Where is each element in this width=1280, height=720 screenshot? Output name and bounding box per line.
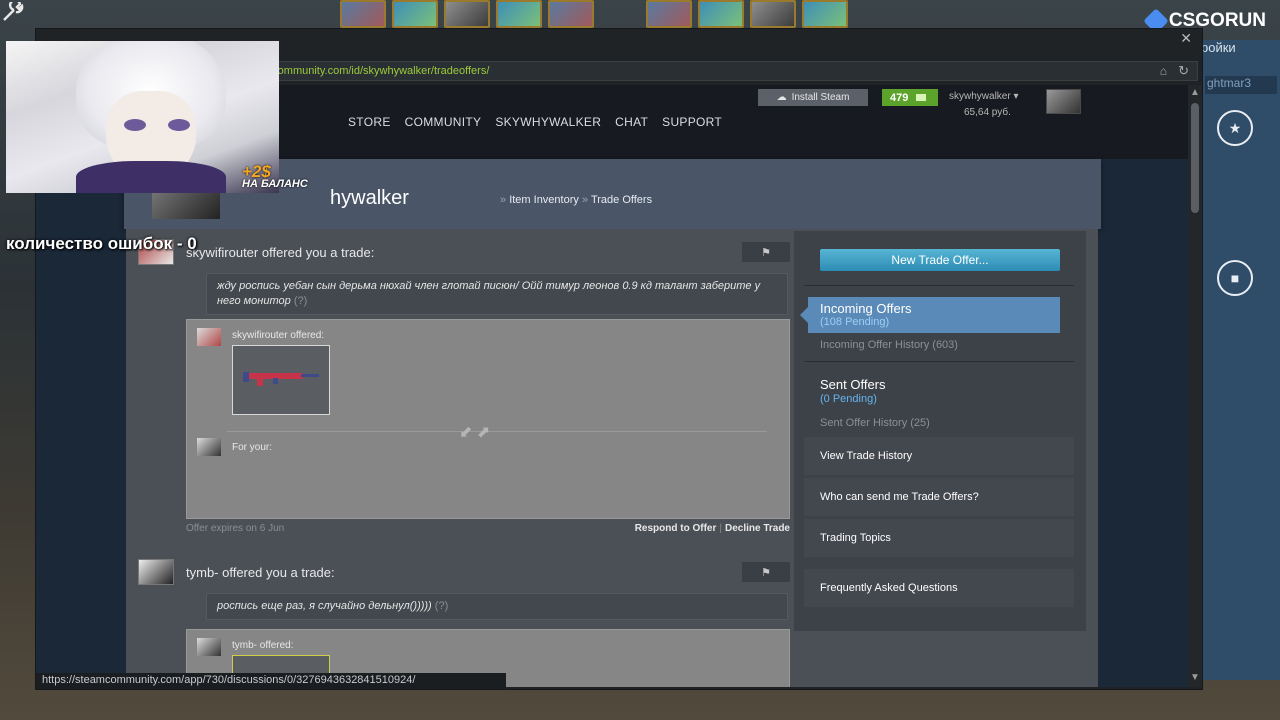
- avatar: [197, 328, 221, 346]
- avatar: [197, 638, 221, 656]
- avatar[interactable]: [138, 559, 174, 585]
- trading-topics-block[interactable]: Trading Topics: [804, 519, 1074, 557]
- trading-topics-link[interactable]: Trading Topics: [820, 532, 891, 544]
- offered-label: tymb- offered:: [232, 640, 294, 651]
- game-right-panel: ройки ghtmar3 ★ ■: [1201, 40, 1280, 680]
- account-name: skywhywalker: [949, 91, 1011, 102]
- avatar: [197, 438, 221, 456]
- flag-icon[interactable]: ⚑: [742, 562, 790, 582]
- trade-items-box: skywifirouter offered: ⬋ ⬈ For your:: [186, 319, 790, 519]
- offer-actions: Respond to Offer | Decline Trade: [634, 523, 790, 534]
- error-counter: количество ошибок - 0: [6, 234, 197, 253]
- breadcrumb-trade-offers[interactable]: Trade Offers: [591, 194, 652, 206]
- bonus-badge: +2$ НА БАЛАНС: [242, 162, 308, 190]
- panel-label: ghtmar3: [1205, 76, 1277, 94]
- profile-name[interactable]: hywalker: [330, 187, 409, 210]
- sent-history-link[interactable]: Sent Offer History (25): [820, 417, 930, 429]
- nav-support[interactable]: SUPPORT: [662, 115, 722, 129]
- wrench-icon[interactable]: [2, 0, 26, 22]
- divider: [227, 431, 767, 432]
- incoming-history-link[interactable]: Incoming Offer History (603): [820, 339, 958, 351]
- mail-icon: [916, 94, 927, 101]
- swap-arrows-icon: ⬋ ⬈: [459, 424, 491, 441]
- incoming-offers-tab[interactable]: Incoming Offers (108 Pending): [800, 297, 1060, 333]
- thumbnail: [340, 0, 386, 28]
- breadcrumb: » Item Inventory » Trade Offers: [500, 194, 653, 206]
- trade-offers-content: skywifirouter offered you a trade: ⚑ жду…: [126, 229, 1098, 687]
- wallet-balance: 65,64 руб.: [964, 107, 1011, 118]
- who-can-send-block[interactable]: Who can send me Trade Offers?: [804, 478, 1074, 516]
- offer-message: роспись еще раз, я случайно дельнул())))…: [206, 593, 788, 620]
- thumbnail: [392, 0, 438, 28]
- thumbnail: [548, 0, 594, 28]
- thumbnail: [698, 0, 744, 28]
- thumbnail: [444, 0, 490, 28]
- trade-offer: tymb- offered you a trade: ⚑ роспись еще…: [138, 559, 790, 687]
- avatar[interactable]: [1046, 89, 1081, 114]
- flag-icon[interactable]: ⚑: [742, 242, 790, 262]
- nav-chat[interactable]: CHAT: [615, 115, 648, 129]
- nav-store[interactable]: STORE: [348, 115, 391, 129]
- top-thumbnail-strip: [340, 0, 885, 30]
- install-steam-button[interactable]: ☁ Install Steam: [758, 89, 868, 106]
- star-icon[interactable]: ★: [1217, 110, 1253, 146]
- notification-button[interactable]: 479: [882, 89, 938, 106]
- main-nav: STORE COMMUNITY SKYWHYWALKER CHAT SUPPOR…: [348, 115, 722, 129]
- scroll-thumb[interactable]: [1191, 103, 1199, 213]
- account-menu[interactable]: skywhywalker ▾: [949, 91, 1019, 102]
- profile-avatar[interactable]: [152, 189, 220, 219]
- url-text: mcommunity.com/id/skywhywalker/tradeoffe…: [263, 65, 490, 77]
- new-trade-offer-button[interactable]: New Trade Offer...: [820, 249, 1060, 271]
- offer-message: жду роспись уебан сын дерьма нюхай член …: [206, 273, 788, 315]
- respond-offer-link[interactable]: Respond to Offer: [635, 523, 717, 534]
- trade-item[interactable]: [232, 345, 330, 415]
- for-your-label: For your:: [232, 442, 273, 453]
- streamer-webcam: [6, 41, 279, 193]
- bonus-label: НА БАЛАНС: [242, 178, 308, 190]
- home-icon[interactable]: ⌂: [1160, 64, 1167, 78]
- trade-sidebar: New Trade Offer... Incoming Offers (108 …: [794, 231, 1086, 631]
- rifle-icon: [243, 372, 319, 386]
- scrollbar[interactable]: ▲ ▼: [1188, 85, 1202, 687]
- bonus-amount: +2$: [242, 162, 271, 181]
- scroll-up-icon[interactable]: ▲: [1190, 87, 1200, 98]
- incoming-pending-count: (108 Pending): [820, 316, 890, 328]
- who-can-send-link[interactable]: Who can send me Trade Offers?: [820, 491, 979, 503]
- view-trade-history-link[interactable]: View Trade History: [820, 450, 912, 462]
- nav-community[interactable]: COMMUNITY: [405, 115, 482, 129]
- notification-count: 479: [890, 91, 909, 104]
- offer-title: tymb- offered you a trade:: [186, 565, 335, 580]
- save-icon[interactable]: ■: [1217, 260, 1253, 296]
- panel-label: ройки: [1201, 40, 1236, 55]
- view-history-block[interactable]: View Trade History: [804, 437, 1074, 475]
- scroll-down-icon[interactable]: ▼: [1190, 672, 1200, 683]
- thumbnail: [750, 0, 796, 28]
- offered-label: skywifirouter offered:: [232, 330, 325, 341]
- steam-logo-icon: ☁: [776, 92, 787, 103]
- thumbnail: [802, 0, 848, 28]
- sent-offers-link[interactable]: Sent Offers: [820, 377, 886, 392]
- offer-title: skywifirouter offered you a trade:: [186, 245, 375, 260]
- offer-expires: Offer expires on 6 Jun: [186, 523, 285, 534]
- refresh-icon[interactable]: ↻: [1178, 63, 1189, 79]
- faq-block[interactable]: Frequently Asked Questions: [804, 569, 1074, 607]
- incoming-offers-title: Incoming Offers: [820, 301, 912, 316]
- thumbnail: [496, 0, 542, 28]
- decline-trade-link[interactable]: Decline Trade: [725, 523, 790, 534]
- sent-pending-count: (0 Pending): [820, 393, 877, 405]
- nav-profile[interactable]: SKYWHYWALKER: [495, 115, 601, 129]
- install-steam-label: Install Steam: [791, 92, 850, 103]
- trade-offer: skywifirouter offered you a trade: ⚑ жду…: [138, 239, 790, 539]
- breadcrumb-inventory[interactable]: Item Inventory: [509, 194, 579, 206]
- faq-link[interactable]: Frequently Asked Questions: [820, 582, 958, 594]
- status-bar: https://steamcommunity.com/app/730/discu…: [36, 673, 506, 689]
- close-icon[interactable]: ✕: [1180, 30, 1192, 47]
- thumbnail: [646, 0, 692, 28]
